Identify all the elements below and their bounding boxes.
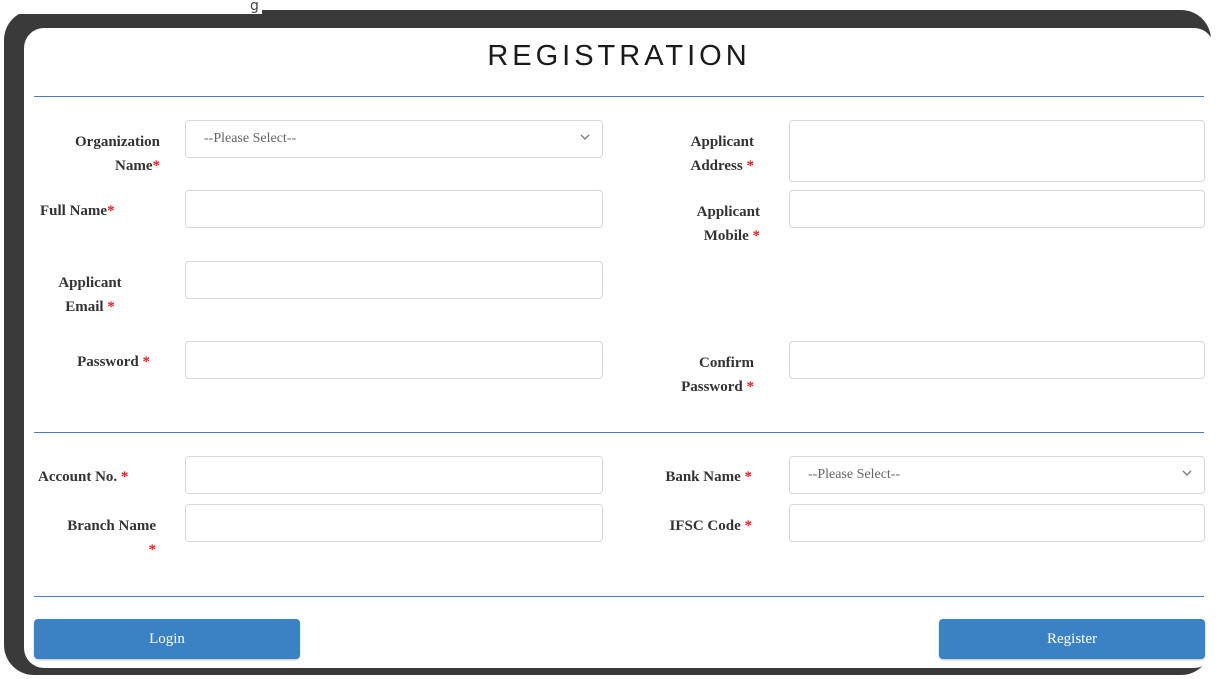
label-full-name-text: Full Name <box>40 203 108 219</box>
label-branch-name-text: Branch Name <box>67 518 156 534</box>
organization-select-value: --Please Select-- <box>204 131 297 146</box>
chevron-down-icon <box>580 134 590 140</box>
label-organization-name: Organization Name* <box>40 130 160 178</box>
branch-name-field[interactable] <box>185 504 603 542</box>
account-no-field[interactable] <box>185 456 603 494</box>
divider-top <box>34 96 1204 97</box>
bank-name-select[interactable]: --Please Select-- <box>789 456 1205 494</box>
required-mark: * <box>120 469 129 485</box>
required-mark: * <box>142 354 151 370</box>
label-ifsc-text: IFSC Code <box>669 518 741 534</box>
applicant-email-field[interactable] <box>185 261 603 299</box>
chevron-down-icon <box>1182 470 1192 476</box>
label-account-no: Account No. * <box>38 465 158 489</box>
bank-name-select-value: --Please Select-- <box>808 467 901 482</box>
page-title: REGISTRATION <box>487 40 751 72</box>
label-applicant-email: Applicant Email * <box>40 271 140 319</box>
label-confirm-password: Confirm Password * <box>650 351 754 399</box>
register-button[interactable]: Register <box>939 619 1205 659</box>
required-mark: * <box>744 469 753 485</box>
required-mark: * <box>152 158 161 174</box>
label-full-name: Full Name* <box>40 199 140 223</box>
label-email-line1: Applicant <box>58 275 122 291</box>
label-org-line2: Name <box>115 158 153 174</box>
label-bank-name: Bank Name * <box>640 465 752 489</box>
confirm-password-field[interactable] <box>789 341 1205 379</box>
required-mark: * <box>752 228 761 244</box>
label-branch-name: Branch Name * <box>40 514 156 562</box>
divider-bottom <box>34 596 1204 597</box>
required-mark: * <box>746 379 755 395</box>
label-org-line1: Organization <box>75 134 160 150</box>
label-password-text: Password <box>77 354 139 370</box>
label-mobile-line1: Applicant <box>696 204 760 220</box>
login-button[interactable]: Login <box>34 619 300 659</box>
label-password: Password * <box>40 350 150 374</box>
label-mobile-line2: Mobile <box>703 228 749 244</box>
required-mark: * <box>744 518 753 534</box>
applicant-mobile-field[interactable] <box>789 190 1205 228</box>
label-applicant-mobile: Applicant Mobile * <box>650 200 760 248</box>
label-account-no-text: Account No. <box>38 469 118 485</box>
label-confirm-line1: Confirm <box>699 355 754 371</box>
organization-select[interactable]: --Please Select-- <box>185 120 603 158</box>
label-email-line2: Email <box>65 299 104 315</box>
required-mark: * <box>107 299 115 315</box>
password-field[interactable] <box>185 341 603 379</box>
label-address-line2: Address <box>690 158 743 174</box>
label-applicant-address: Applicant Address * <box>650 130 755 178</box>
applicant-address-field[interactable] <box>789 120 1205 182</box>
label-address-line1: Applicant <box>690 134 754 150</box>
label-bank-name-text: Bank Name <box>665 469 741 485</box>
full-name-field[interactable] <box>185 190 603 228</box>
label-ifsc-code: IFSC Code * <box>640 514 752 538</box>
required-mark: * <box>148 542 157 558</box>
required-mark: * <box>107 203 115 219</box>
divider-middle <box>34 432 1204 433</box>
clipped-heading-fragment: g <box>0 0 262 14</box>
required-mark: * <box>746 158 755 174</box>
label-confirm-line2: Password <box>681 379 743 395</box>
ifsc-code-field[interactable] <box>789 504 1205 542</box>
